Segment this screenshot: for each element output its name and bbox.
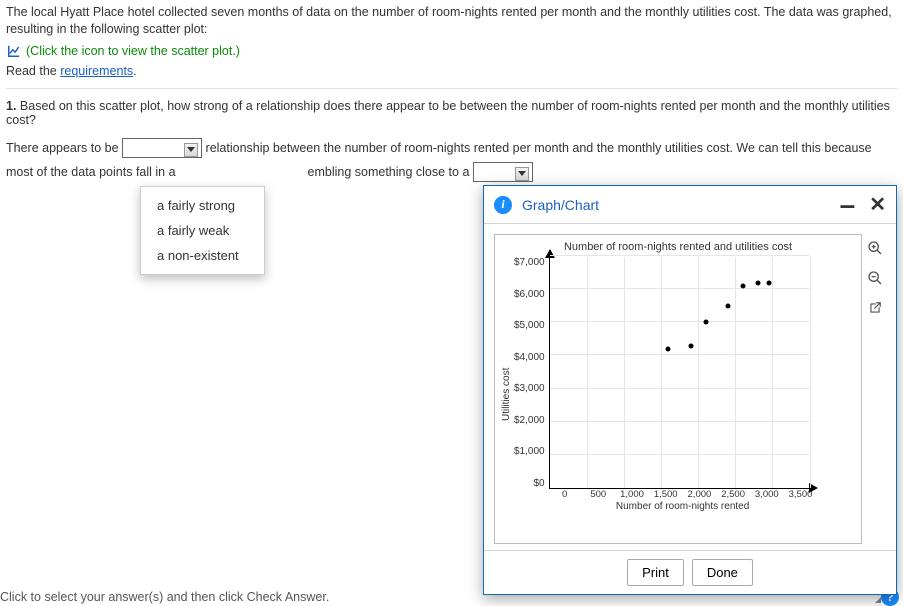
answer-seg-a: There appears to be <box>6 141 122 155</box>
scatter-plot-icon[interactable] <box>6 44 22 58</box>
intro-text: The local Hyatt Place hotel collected se… <box>6 4 897 38</box>
zoom-in-icon[interactable] <box>865 238 885 258</box>
open-external-icon[interactable] <box>865 298 885 318</box>
x-tick: 500 <box>582 489 614 500</box>
done-button[interactable]: Done <box>692 559 753 586</box>
zoom-out-icon[interactable] <box>865 268 885 288</box>
y-tick: $6,000 <box>514 289 545 300</box>
y-tick: $5,000 <box>514 320 545 331</box>
question-1-text: 1. Based on this scatter plot, how stron… <box>6 99 897 127</box>
y-tick: $7,000 <box>514 257 545 268</box>
answer-sentence: There appears to be relationship between… <box>6 137 897 185</box>
relationship-dropdown-menu: a fairly strong a fairly weak a non-exis… <box>140 186 265 275</box>
y-axis-arrow-icon <box>545 249 555 258</box>
data-point <box>725 303 730 308</box>
pattern-dropdown[interactable] <box>473 162 533 182</box>
x-tick: 1,000 <box>616 489 648 500</box>
bottom-instruction: Click to select your answer(s) and then … <box>0 590 329 604</box>
chart-frame: Number of room-nights rented and utiliti… <box>494 234 862 544</box>
data-point <box>766 280 771 285</box>
dropdown-option-fairly-strong[interactable]: a fairly strong <box>141 193 264 218</box>
minimize-button[interactable]: – <box>840 201 856 209</box>
x-axis-label: Number of room-nights rented <box>549 501 817 512</box>
y-tick: $2,000 <box>514 415 545 426</box>
icon-hint-text: (Click the icon to view the scatter plot… <box>26 44 240 58</box>
question-body: Based on this scatter plot, how strong o… <box>6 99 890 127</box>
y-tick: $1,000 <box>514 446 545 457</box>
data-point <box>688 343 693 348</box>
read-requirements-row: Read the requirements. <box>6 64 897 78</box>
y-tick: $0 <box>514 478 545 489</box>
data-point <box>703 320 708 325</box>
y-axis-label: Utilities cost <box>501 257 512 512</box>
x-tick: 0 <box>549 489 581 500</box>
data-point <box>755 280 760 285</box>
y-axis-ticks: $7,000 $6,000 $5,000 $4,000 $3,000 $2,000 $1,0… <box>514 257 549 489</box>
close-button[interactable]: ✕ <box>869 192 886 217</box>
data-point <box>740 283 745 288</box>
read-prefix: Read the <box>6 64 60 78</box>
popup-title: Graph/Chart <box>522 197 599 213</box>
popup-footer: Print Done <box>484 550 896 594</box>
y-tick: $4,000 <box>514 352 545 363</box>
data-point <box>666 346 671 351</box>
requirements-link[interactable]: requirements <box>60 64 133 78</box>
chart-tool-column <box>862 234 888 544</box>
relationship-strength-dropdown[interactable] <box>122 138 202 158</box>
x-tick: 1,500 <box>650 489 682 500</box>
print-button[interactable]: Print <box>627 559 684 586</box>
chart-popup: i Graph/Chart – ✕ Number of room-nights … <box>483 185 897 595</box>
x-axis-ticks: 05001,0001,5002,0002,5003,0003,500 <box>549 489 817 500</box>
dropdown-option-non-existent[interactable]: a non-existent <box>141 243 264 268</box>
x-tick: 2,500 <box>717 489 749 500</box>
x-tick: 2,000 <box>683 489 715 500</box>
popup-header: i Graph/Chart – ✕ <box>484 186 896 224</box>
divider <box>6 88 897 89</box>
question-number: 1. <box>6 99 16 113</box>
y-tick: $3,000 <box>514 383 545 394</box>
answer-seg-c: embling something close to a <box>308 165 473 179</box>
x-tick: 3,000 <box>751 489 783 500</box>
read-suffix: . <box>133 64 136 78</box>
scatter-plot-area <box>549 257 809 489</box>
dropdown-option-fairly-weak[interactable]: a fairly weak <box>141 218 264 243</box>
info-icon: i <box>494 196 512 214</box>
